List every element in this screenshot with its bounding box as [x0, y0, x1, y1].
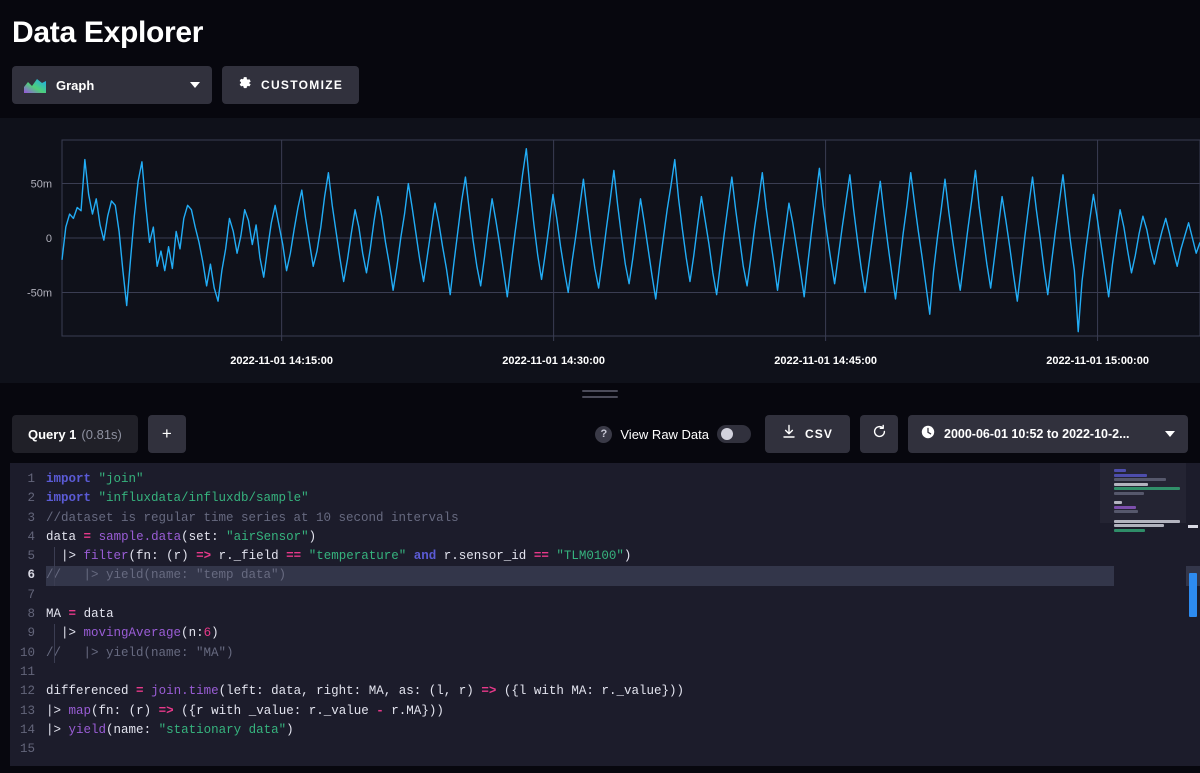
editor-left-strip: [0, 463, 10, 766]
code-line[interactable]: [46, 740, 1200, 759]
code-line[interactable]: // |> yield(name: "MA"): [46, 644, 1200, 663]
code-line[interactable]: [46, 586, 1200, 605]
raw-data-switch[interactable]: [717, 425, 752, 443]
code-line[interactable]: MA = data: [46, 605, 1200, 624]
code-line[interactable]: import "join": [46, 470, 1200, 489]
svg-text:-50m: -50m: [27, 287, 52, 299]
code-line[interactable]: |> yield(name: "stationary data"): [46, 721, 1200, 740]
code-line[interactable]: |> map(fn: (r) => ({r with _value: r._va…: [46, 702, 1200, 721]
flux-script-editor[interactable]: 1 2 3 4 5 6 7 8 9 10 11 12 13 14 15 import "join" impor…: [0, 463, 1200, 766]
drag-handle-icon: [582, 390, 618, 398]
clock-icon: [921, 425, 935, 444]
help-icon[interactable]: ?: [595, 425, 613, 443]
time-series-chart[interactable]: 50m 0 -50m 2022-11-01 14:15:00 2022-11-01 14…: [0, 118, 1200, 383]
code-line[interactable]: [46, 663, 1200, 682]
download-csv-button[interactable]: CSV: [765, 415, 850, 453]
panel-resize-handle[interactable]: [0, 383, 1200, 405]
add-query-button[interactable]: +: [147, 415, 186, 453]
download-icon: [782, 424, 796, 444]
scrollbar-thumb[interactable]: [1189, 573, 1197, 617]
page-title: Data Explorer: [12, 16, 204, 49]
code-line[interactable]: data = sample.data(set: "airSensor"): [46, 528, 1200, 547]
svg-text:2022-11-01 15:00:00: 2022-11-01 15:00:00: [1046, 355, 1149, 367]
scrollbar-marker: [1188, 525, 1198, 528]
code-line[interactable]: differenced = join.time(left: data, righ…: [46, 682, 1200, 701]
indent-guide: [54, 624, 55, 663]
svg-text:50m: 50m: [31, 179, 52, 191]
gear-icon: [238, 76, 252, 95]
svg-text:2022-11-01 14:45:00: 2022-11-01 14:45:00: [774, 355, 877, 367]
svg-text:0: 0: [46, 233, 52, 245]
customize-button-label: CUSTOMIZE: [261, 78, 344, 92]
time-range-dropdown[interactable]: 2000-06-01 10:52 to 2022-10-2...: [908, 415, 1188, 453]
query-tab-duration: (0.81s): [81, 426, 122, 442]
editor-code-area[interactable]: import "join" import "influxdata/influxdb…: [46, 463, 1200, 766]
graph-panel[interactable]: 50m 0 -50m 2022-11-01 14:15:00 2022-11-01 14…: [0, 118, 1200, 383]
area-chart-icon: [24, 78, 46, 93]
visualization-type-dropdown[interactable]: Graph: [12, 66, 212, 104]
query-tab-name: Query 1: [28, 426, 77, 442]
visualization-toolbar: Graph CUSTOMIZE: [0, 50, 1200, 104]
query-bar-actions: ? View Raw Data CSV 2000-06-01 10:52 to …: [595, 415, 1188, 453]
switch-knob: [721, 428, 734, 440]
chevron-down-icon: [1165, 431, 1175, 437]
code-line[interactable]: |> filter(fn: (r) => r._field == "temper…: [46, 547, 1200, 566]
code-line[interactable]: //dataset is regular time series at 10 s…: [46, 509, 1200, 528]
refresh-icon: [872, 424, 887, 444]
view-raw-data-label: View Raw Data: [620, 426, 710, 442]
time-range-label: 2000-06-01 10:52 to 2022-10-2...: [944, 427, 1130, 441]
indent-guide: [54, 547, 55, 586]
svg-text:2022-11-01 14:30:00: 2022-11-01 14:30:00: [502, 355, 605, 367]
query-tab-1[interactable]: Query 1 (0.81s): [12, 415, 138, 453]
svg-text:2022-11-01 14:15:00: 2022-11-01 14:15:00: [230, 355, 333, 367]
view-raw-data-toggle[interactable]: ? View Raw Data: [595, 425, 755, 443]
editor-vertical-scrollbar[interactable]: [1188, 463, 1198, 766]
customize-button[interactable]: CUSTOMIZE: [222, 66, 360, 104]
query-bar: Query 1 (0.81s) + ? View Raw Data CSV 20…: [0, 405, 1200, 463]
refresh-button[interactable]: [860, 415, 898, 453]
code-line[interactable]: // |> yield(name: "temp data"): [46, 566, 1200, 586]
visualization-type-label: Graph: [56, 77, 95, 93]
code-line[interactable]: |> movingAverage(n:6): [46, 624, 1200, 643]
csv-button-label: CSV: [805, 427, 833, 441]
code-line[interactable]: import "influxdata/influxdb/sample": [46, 489, 1200, 508]
chevron-down-icon: [190, 82, 200, 88]
